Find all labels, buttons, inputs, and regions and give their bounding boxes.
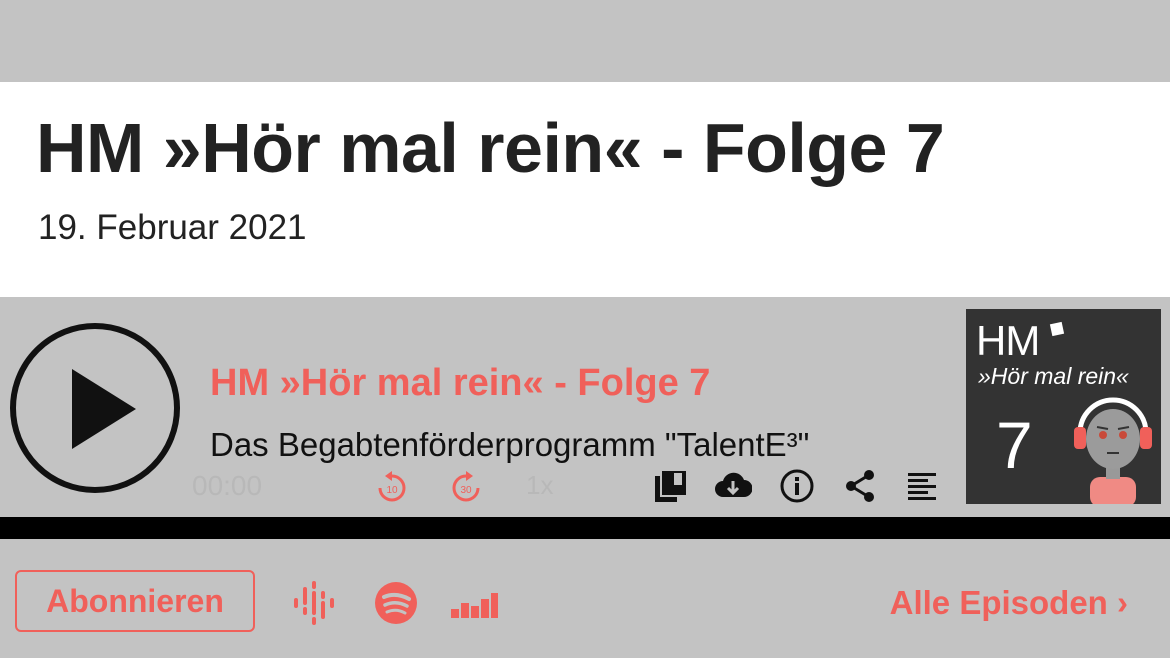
chapters-icon [655, 469, 688, 502]
top-band [0, 0, 1170, 82]
cover-episode-number: 7 [996, 408, 1033, 482]
subscribe-button[interactable]: Abonnieren [15, 570, 255, 632]
spotify-icon [375, 582, 417, 624]
forward-30-icon: 30 [452, 471, 480, 502]
svg-text:10: 10 [386, 485, 398, 496]
page-date: 19. Februar 2021 [38, 208, 307, 247]
all-episodes-link[interactable]: Alle Episoden › [890, 584, 1128, 622]
current-time: 00:00 [192, 470, 263, 501]
deezer-icon [451, 593, 498, 618]
rewind-10-icon: 10 [378, 471, 406, 502]
share-icon [846, 470, 874, 502]
episode-title: HM »Hör mal rein« - Folge 7 [210, 362, 711, 404]
info-icon [780, 469, 814, 503]
cover-show-name: »Hör mal rein« [978, 363, 1129, 389]
transcript-icon [908, 473, 936, 500]
chapters-button[interactable] [652, 467, 690, 505]
spotify-button[interactable] [372, 579, 420, 627]
episode-cover: HM »Hör mal rein« 7 [966, 309, 1161, 504]
play-icon [72, 369, 136, 449]
google-podcasts-icon [294, 581, 334, 625]
mascot-illustration [1074, 397, 1152, 504]
cover-brand: HM [976, 317, 1040, 364]
skip-forward-button[interactable]: 30 [448, 470, 484, 506]
svg-text:30: 30 [460, 485, 472, 496]
download-button[interactable] [714, 467, 753, 505]
playback-rate[interactable]: 1x [526, 470, 553, 501]
deezer-button[interactable] [450, 579, 498, 627]
episode-subtitle: Das Begabtenförderprogramm "TalentE³" [210, 426, 810, 463]
cover-logo-square [1049, 321, 1065, 337]
cloud-download-icon [715, 472, 753, 497]
progress-bar[interactable] [0, 517, 1170, 539]
play-button[interactable] [10, 323, 180, 493]
google-podcasts-button[interactable] [290, 579, 338, 627]
share-button[interactable] [841, 467, 879, 505]
page-title: HM »Hör mal rein« - Folge 7 [36, 109, 945, 187]
skip-back-button[interactable]: 10 [374, 470, 410, 506]
transcript-button[interactable] [904, 467, 942, 505]
info-button[interactable] [778, 467, 816, 505]
